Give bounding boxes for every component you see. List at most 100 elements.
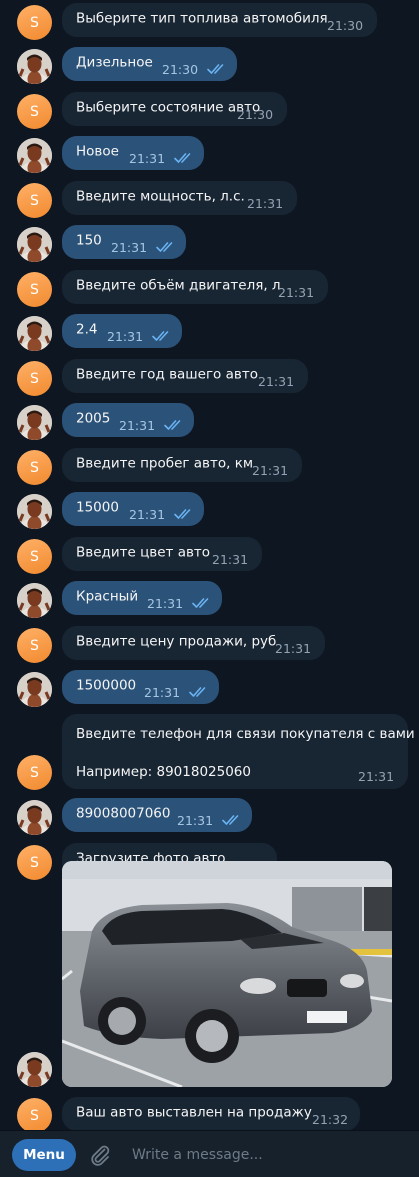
message-time: 21:32 (312, 1112, 349, 1127)
message-time: 21:31 (252, 463, 289, 478)
bot-message[interactable]: Введите мощность, л.с. 21:31 (62, 181, 297, 215)
bot-message[interactable]: Введите год вашего авто 21:31 (62, 359, 308, 393)
read-checkmarks-icon (174, 153, 191, 163)
bot-avatar-letter: S (30, 103, 39, 120)
message-text: Введите год вашего авто (76, 366, 258, 383)
message-text: 150 (76, 232, 102, 249)
bot-message[interactable]: Выберите состояние авто 21:30 (62, 92, 287, 126)
user-avatar[interactable] (17, 227, 52, 262)
message-time: 21:31 (258, 374, 295, 389)
bot-message[interactable]: Введите телефон для связи покупателя с в… (62, 714, 415, 789)
user-message[interactable]: 1500000 21:31 (62, 670, 219, 704)
message-text: 2005 (76, 410, 111, 427)
message-text: 2.4 (76, 321, 98, 338)
bot-message[interactable]: Введите цвет авто 21:31 (62, 537, 262, 571)
bot-avatar[interactable]: S (17, 361, 52, 396)
message-text: Красный (76, 588, 139, 605)
message-text: Введите пробег авто, км (76, 455, 254, 472)
message-time: 21:30 (237, 107, 274, 122)
menu-button[interactable]: Menu (12, 1139, 76, 1171)
bot-avatar-letter: S (30, 1107, 39, 1124)
message-text: Введите мощность, л.с. (76, 188, 245, 205)
read-checkmarks-icon (207, 64, 224, 74)
user-avatar[interactable] (17, 316, 52, 351)
bot-avatar[interactable]: S (17, 272, 52, 307)
message-text: 15000 (76, 499, 119, 516)
read-checkmarks-icon (152, 331, 169, 341)
bot-avatar[interactable]: S (17, 755, 52, 790)
read-checkmarks-icon (164, 420, 181, 430)
user-message[interactable]: 150 21:31 (62, 225, 186, 259)
user-avatar[interactable] (17, 494, 52, 529)
bot-message[interactable]: Выберите тип топлива автомобиля 21:30 (62, 3, 377, 37)
user-avatar[interactable] (17, 1052, 52, 1087)
bot-avatar-letter: S (30, 370, 39, 387)
message-text: Новое (76, 143, 119, 160)
message-time: 21:30 (327, 18, 364, 33)
paperclip-icon[interactable] (88, 1143, 112, 1167)
message-time: 21:31 (278, 285, 315, 300)
message-time: 21:31 (247, 196, 284, 211)
message-time: 21:31 (144, 685, 181, 700)
user-avatar[interactable] (17, 49, 52, 84)
bot-avatar-letter: S (30, 764, 39, 781)
user-message[interactable]: 2.4 21:31 (62, 314, 182, 348)
message-time: 21:31 (177, 813, 214, 828)
bot-avatar-letter: S (30, 281, 39, 298)
message-text: Введите цену продажи, руб (76, 633, 277, 650)
bot-message[interactable]: Введите пробег авто, км 21:31 (62, 448, 302, 482)
user-avatar[interactable] (17, 138, 52, 173)
bot-avatar[interactable]: S (17, 450, 52, 485)
user-message[interactable]: Новое 21:31 (62, 136, 204, 170)
bot-avatar-letter: S (30, 854, 39, 871)
message-time: 21:31 (129, 151, 166, 166)
message-time: 21:30 (162, 62, 199, 77)
user-message[interactable]: Дизельное 21:30 (62, 47, 237, 81)
bot-avatar-letter: S (30, 459, 39, 476)
read-checkmarks-icon (222, 815, 239, 825)
bot-avatar[interactable]: S (17, 539, 52, 574)
bot-avatar-letter: S (30, 548, 39, 565)
message-text: Введите объём двигателя, л (76, 277, 281, 294)
message-composer: Menu (0, 1130, 419, 1177)
message-time: 21:31 (275, 641, 312, 656)
user-message[interactable]: 2005 21:31 (62, 403, 194, 437)
user-message[interactable]: 89008007060 21:31 (62, 798, 252, 832)
message-time: 21:31 (212, 552, 249, 567)
chat-history[interactable]: Выберите тип топлива автомобиля 21:30 S Диз… (0, 0, 419, 1133)
message-time: 21:31 (111, 240, 148, 255)
bot-message[interactable]: Введите цену продажи, руб 21:31 (62, 626, 325, 660)
bot-avatar[interactable]: S (17, 183, 52, 218)
user-message[interactable]: Красный 21:31 (62, 581, 222, 615)
car-photo[interactable] (62, 861, 392, 1087)
bot-avatar-letter: S (30, 192, 39, 209)
message-text: 89008007060 (76, 805, 171, 822)
message-time: 21:31 (129, 507, 166, 522)
message-text: Введите телефон для связи покупателя с в… (76, 726, 415, 742)
message-time: 21:31 (107, 329, 144, 344)
message-time: 21:31 (119, 418, 156, 433)
bot-avatar[interactable]: S (17, 1098, 52, 1133)
bot-avatar[interactable]: S (17, 845, 52, 880)
user-avatar[interactable] (17, 405, 52, 440)
message-text: Введите цвет авто (76, 544, 211, 561)
bot-avatar[interactable]: S (17, 628, 52, 663)
user-avatar[interactable] (17, 672, 52, 707)
message-text: Выберите тип топлива автомобиля (76, 10, 328, 27)
car-photo-image (62, 861, 392, 1087)
user-message[interactable]: 15000 21:31 (62, 492, 204, 526)
bot-avatar[interactable]: S (17, 94, 52, 129)
message-time: 21:31 (147, 596, 184, 611)
bot-avatar-letter: S (30, 14, 39, 31)
read-checkmarks-icon (192, 598, 209, 608)
bot-avatar[interactable]: S (17, 5, 52, 40)
message-text: Выберите состояние авто (76, 99, 261, 116)
bot-message[interactable]: Введите объём двигателя, л 21:31 (62, 270, 328, 304)
message-text: 1500000 (76, 677, 137, 694)
message-input[interactable] (130, 1144, 404, 1166)
user-avatar[interactable] (17, 800, 52, 835)
message-text: Например: 89018025060 (76, 764, 251, 780)
bot-message[interactable]: Ваш авто выставлен на продажу 21:32 (62, 1097, 360, 1131)
read-checkmarks-icon (174, 509, 191, 519)
user-avatar[interactable] (17, 583, 52, 618)
